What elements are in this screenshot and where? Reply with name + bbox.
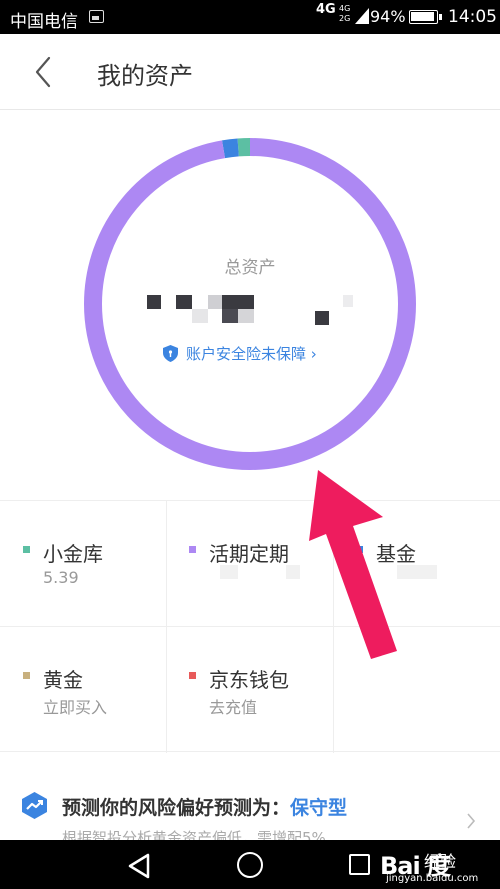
masked-amount (397, 565, 437, 579)
battery-percent: 94% (370, 7, 406, 26)
category-dot (23, 546, 30, 553)
asset-title: 小金库 (43, 542, 103, 566)
asset-amount: 5.39 (43, 568, 79, 587)
battery-icon (409, 10, 442, 24)
masked-amount (220, 565, 238, 579)
trend-chart-icon (22, 792, 47, 819)
chevron-right-icon[interactable] (466, 813, 476, 829)
category-dot (189, 672, 196, 679)
asset-cell-xiaojinku[interactable]: 小金库 5.39 (0, 501, 166, 626)
category-dot (356, 546, 363, 553)
image-notification-icon (89, 10, 104, 23)
masked-amount (286, 565, 300, 579)
category-dot (23, 672, 30, 679)
watermark-url: jingyan.baidu.com (386, 873, 479, 884)
nav-recent-apps-icon[interactable] (349, 854, 370, 875)
asset-action: 立即买入 (43, 698, 108, 717)
watermark-label: 经验 (424, 852, 457, 871)
nav-home-icon[interactable] (237, 852, 263, 878)
asset-action: 去充值 (209, 698, 258, 717)
risk-description: 根据智投分析黄金资产偏低，需增配5% (62, 829, 326, 840)
nav-back-icon[interactable] (127, 853, 151, 879)
risk-preference-card[interactable]: 预测你的风险偏好预测为：保守型 根据智投分析黄金资产偏低，需增配5% (0, 752, 500, 840)
risk-title-text: 预测你的风险偏好预测为： (62, 797, 291, 819)
category-dot (189, 546, 196, 553)
security-insurance-link[interactable]: 账户安全险未保障 › (163, 342, 317, 364)
network-type: 4G (316, 2, 336, 17)
risk-preference-title: 预测你的风险偏好预测为：保守型 (62, 793, 347, 820)
back-arrow-icon[interactable] (24, 52, 64, 92)
asset-cell-jijin[interactable]: 基金 (333, 501, 499, 626)
baidu-jingyan-watermark: Bai 度 经验 jingyan.baidu.com (380, 844, 495, 888)
total-assets-label: 总资产 (224, 258, 276, 278)
app-header: 我的资产 (0, 34, 500, 110)
asset-title: 黄金 (43, 668, 83, 692)
asset-cell-jd-wallet[interactable]: 京东钱包 去充值 (166, 627, 332, 752)
page-title: 我的资产 (97, 62, 193, 90)
shield-icon (163, 344, 178, 362)
total-assets-value-masked (147, 293, 357, 327)
risk-result: 保守型 (290, 797, 348, 819)
network-type-secondary: 4G 2G (339, 4, 351, 23)
asset-category-grid: 小金库 5.39 活期定期 基金 黄金 立即买入 京东钱包 去充值 (0, 500, 500, 753)
security-link-label: 账户安全险未保障 › (186, 344, 317, 363)
asset-cell-huoqi-dingqi[interactable]: 活期定期 (166, 501, 332, 626)
asset-title: 基金 (376, 542, 416, 566)
clock: 14:05 (448, 7, 497, 27)
signal-icon (355, 8, 369, 24)
status-bar: 中国电信 4G 4G 2G 94% 14:05 (0, 0, 500, 34)
asset-title: 京东钱包 (209, 668, 289, 692)
carrier-name: 中国电信 (10, 12, 78, 32)
asset-title: 活期定期 (209, 542, 289, 566)
asset-cell-huangjin[interactable]: 黄金 立即买入 (0, 627, 166, 752)
